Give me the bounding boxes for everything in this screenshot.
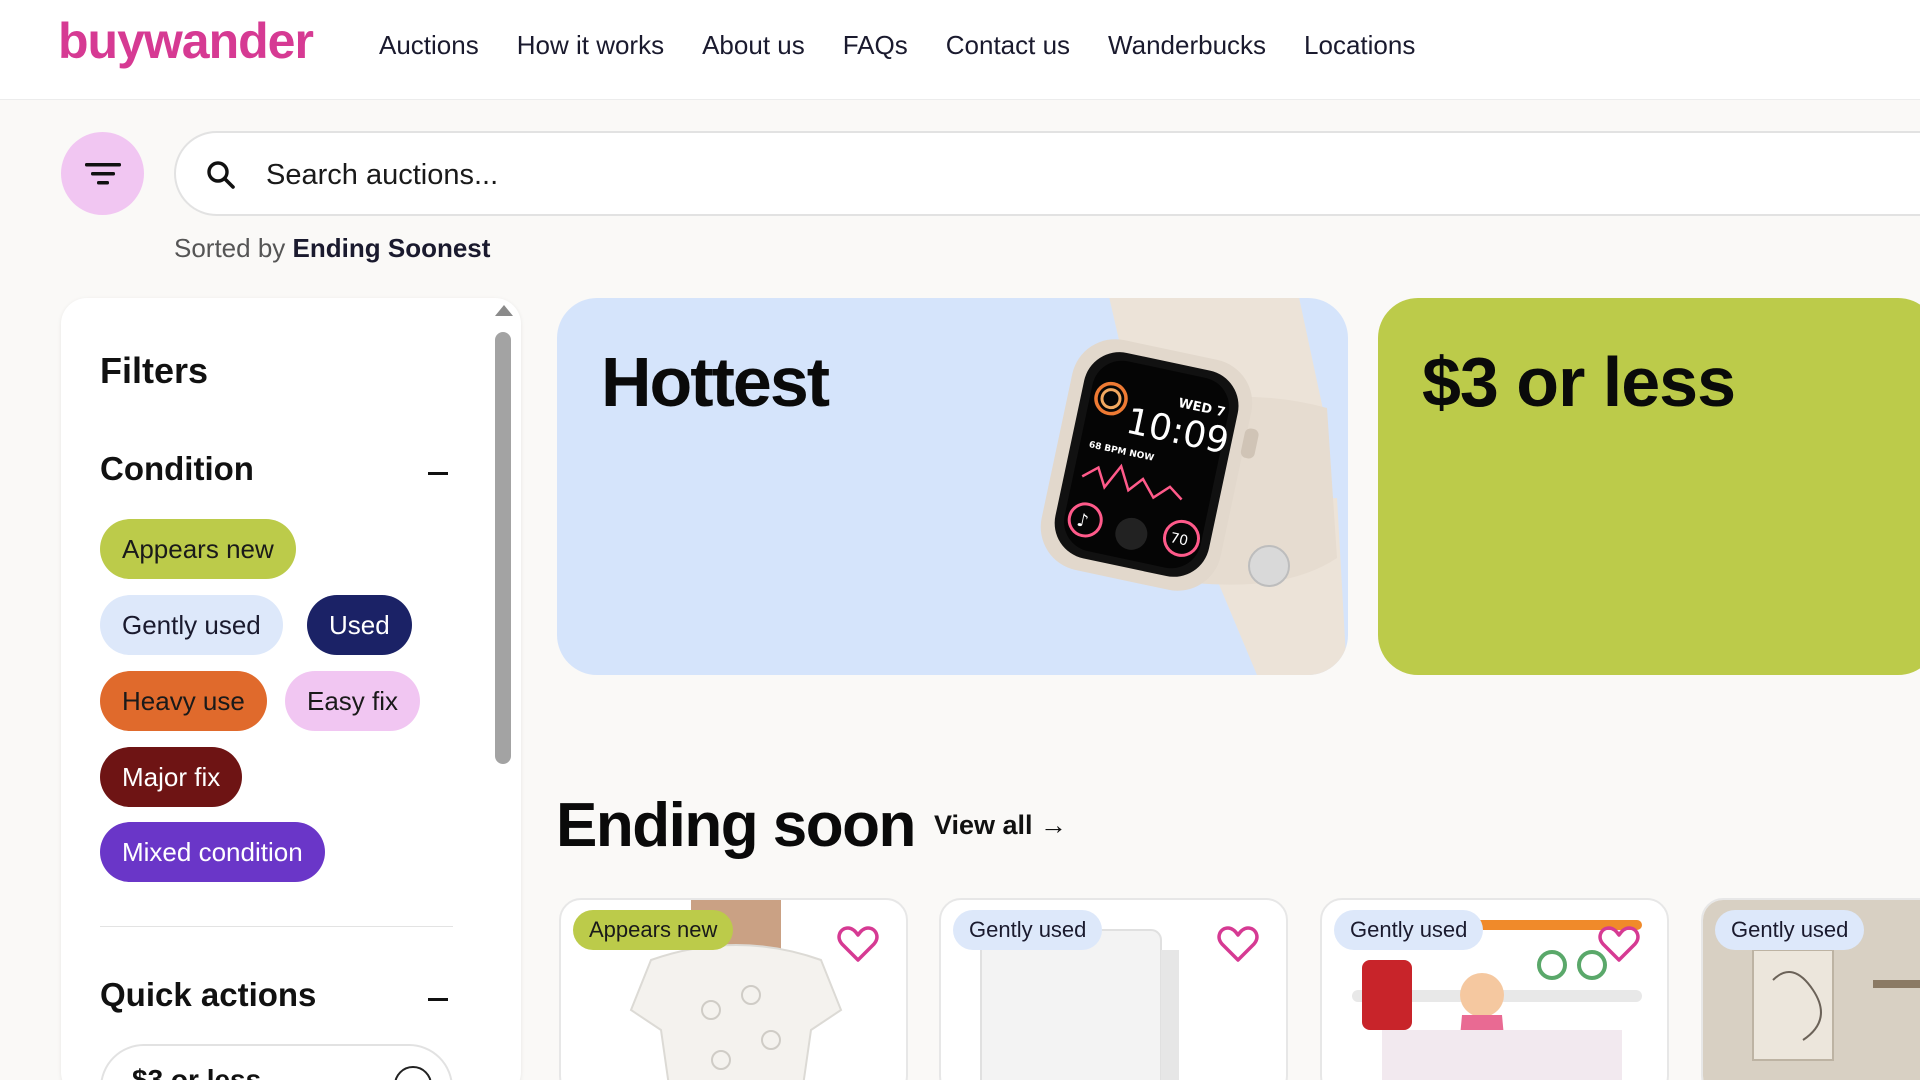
sort-value: Ending Soonest <box>292 233 491 263</box>
hottest-banner[interactable]: Hottest WED 7 10:09 68 BPM NOW ♪ 70 <box>557 298 1348 675</box>
chip-easy-fix[interactable]: Easy fix <box>285 671 421 731</box>
sort-prefix: Sorted by <box>174 233 286 263</box>
top-header: buywander Auctions How it works About us… <box>0 0 1920 100</box>
condition-heading: Condition <box>100 450 254 487</box>
sort-indicator[interactable]: Sorted by Ending Soonest <box>174 233 490 264</box>
condition-badge: Gently used <box>1334 910 1484 950</box>
auction-card[interactable]: Gently used <box>939 898 1288 1080</box>
hottest-banner-title: Hottest <box>601 343 830 421</box>
nav-wanderbucks[interactable]: Wanderbucks <box>1108 30 1266 61</box>
auction-card[interactable]: Appears new <box>559 898 908 1080</box>
search-icon <box>207 161 235 189</box>
chip-mixed-condition[interactable]: Mixed condition <box>100 822 325 882</box>
heart-icon[interactable] <box>836 924 880 964</box>
smartwatch-image: WED 7 10:09 68 BPM NOW ♪ 70 <box>1040 298 1347 675</box>
condition-collapse-icon[interactable] <box>428 472 448 475</box>
search-bar <box>174 131 1920 216</box>
chip-heavy-use[interactable]: Heavy use <box>100 671 267 731</box>
nav-locations[interactable]: Locations <box>1304 30 1415 61</box>
sidebar-divider <box>100 926 453 927</box>
chip-major-fix[interactable]: Major fix <box>100 747 243 807</box>
quick-actions-heading: Quick actions <box>100 976 317 1013</box>
quick-action-label: $3 or less <box>132 1064 262 1080</box>
filter-lines-icon <box>84 162 121 184</box>
ending-soon-heading: Ending soon <box>556 791 916 860</box>
quick-action-radio[interactable] <box>394 1066 432 1080</box>
filters-panel: Filters Condition Appears new Gently use… <box>61 298 521 1080</box>
heart-icon[interactable] <box>1597 924 1641 964</box>
chip-appears-new[interactable]: Appears new <box>100 519 296 579</box>
buywander-logo[interactable]: buywander <box>58 12 314 70</box>
condition-badge: Appears new <box>573 910 734 950</box>
condition-badge: Gently used <box>953 910 1103 950</box>
view-all-link[interactable]: View all → <box>934 810 1067 841</box>
scroll-up-arrow-icon[interactable] <box>495 305 513 316</box>
auction-card[interactable]: Gently used <box>1701 898 1920 1080</box>
three-or-less-banner-title: $3 or less <box>1422 343 1736 421</box>
chip-gently-used[interactable]: Gently used <box>100 595 283 655</box>
heart-icon[interactable] <box>1216 924 1260 964</box>
filters-title: Filters <box>100 350 209 391</box>
nav-contact-us[interactable]: Contact us <box>946 30 1070 61</box>
chip-used[interactable]: Used <box>307 595 412 655</box>
search-input[interactable] <box>266 151 1466 199</box>
quick-action-option[interactable]: $3 or less <box>100 1044 453 1080</box>
nav-about-us[interactable]: About us <box>702 30 805 61</box>
auction-card[interactable]: Gently used <box>1320 898 1669 1080</box>
three-or-less-banner[interactable]: $3 or less <box>1378 298 1920 675</box>
nav-auctions[interactable]: Auctions <box>379 30 479 61</box>
main-nav: Auctions How it works About us FAQs Cont… <box>379 30 1415 61</box>
quick-actions-collapse-icon[interactable] <box>428 998 448 1001</box>
sidebar-scrollbar[interactable] <box>495 332 511 764</box>
nav-how-it-works[interactable]: How it works <box>517 30 664 61</box>
nav-faqs[interactable]: FAQs <box>843 30 908 61</box>
filter-toggle-button[interactable] <box>61 132 144 215</box>
condition-badge: Gently used <box>1715 910 1865 950</box>
